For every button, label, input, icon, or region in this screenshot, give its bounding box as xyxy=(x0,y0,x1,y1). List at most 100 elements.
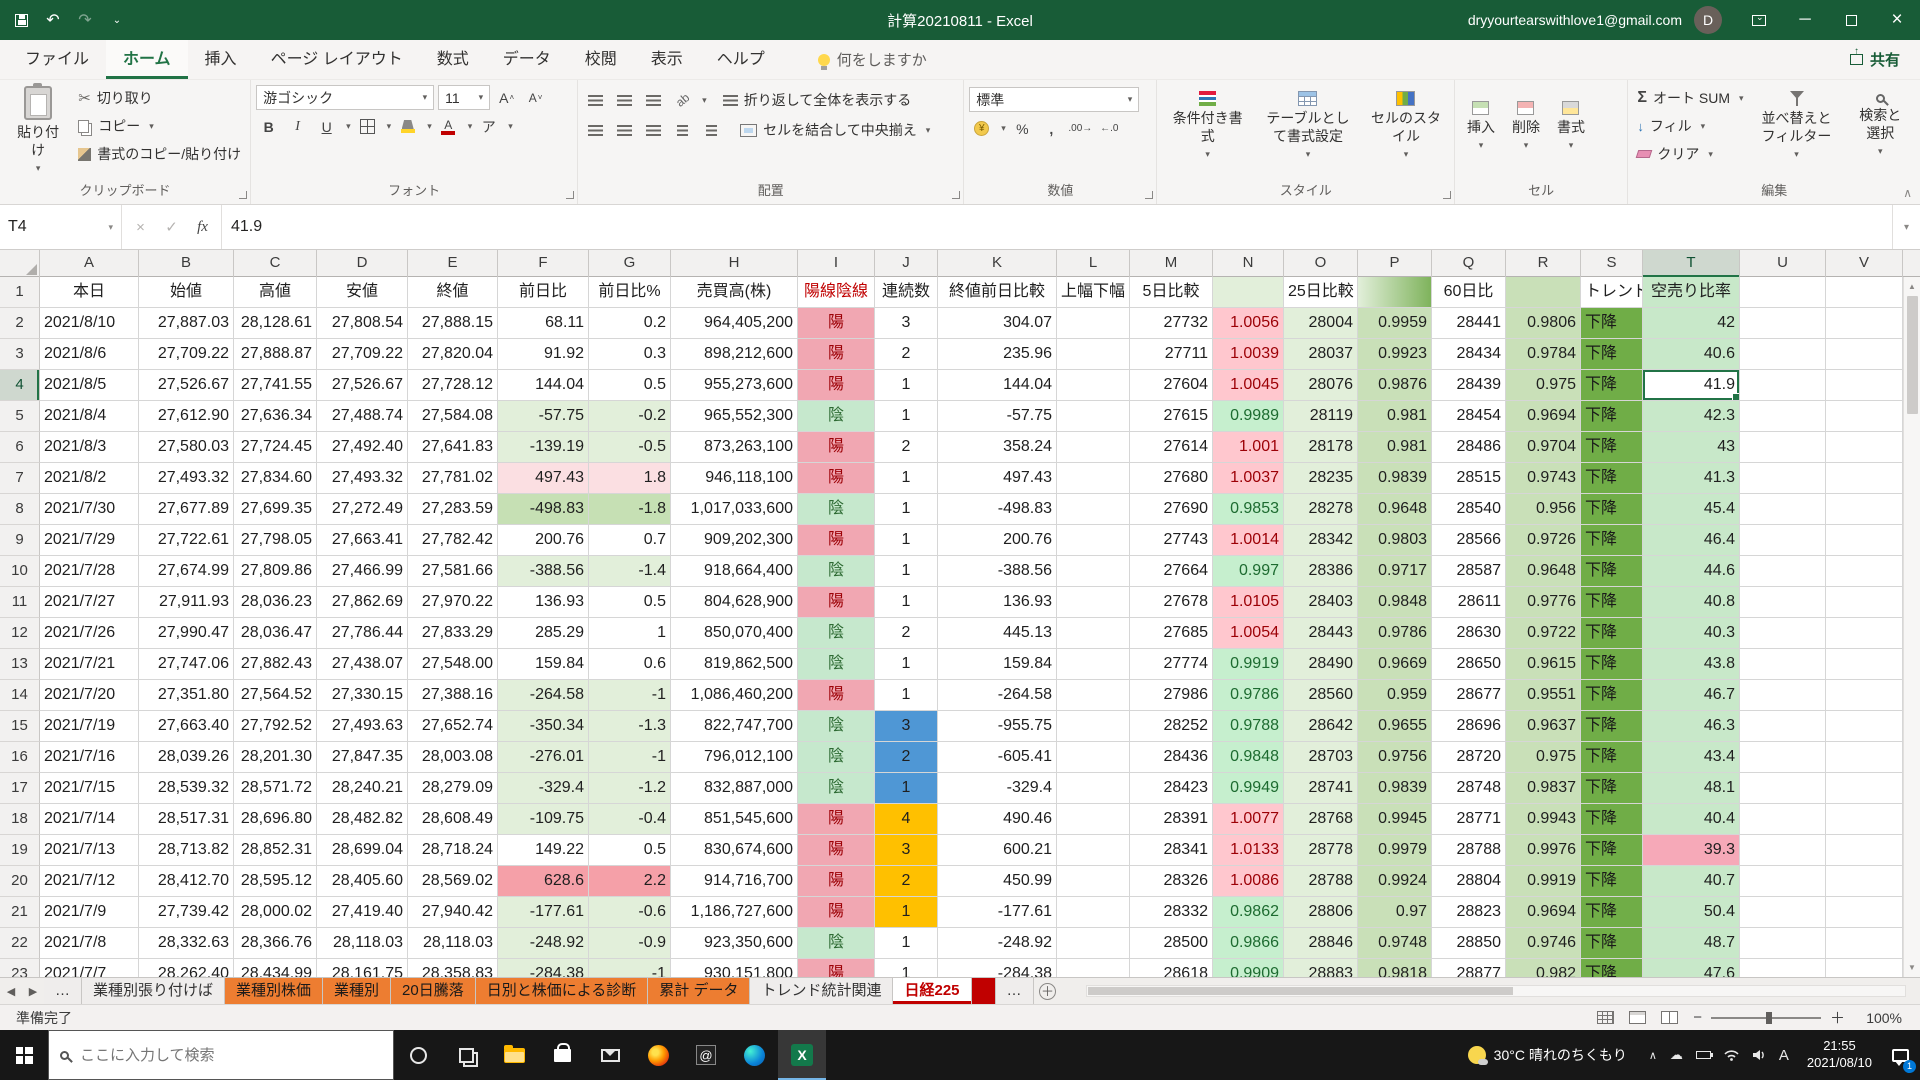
cell-D17[interactable]: 28,240.21 xyxy=(317,773,408,804)
cell-G1[interactable]: 前日比% xyxy=(589,277,671,308)
cell-M13[interactable]: 27774 xyxy=(1130,649,1213,680)
cell-C14[interactable]: 27,564.52 xyxy=(234,680,317,711)
cell-J3[interactable]: 2 xyxy=(875,339,938,370)
cell-E10[interactable]: 27,581.66 xyxy=(408,556,498,587)
cell-N16[interactable]: 0.9848 xyxy=(1213,742,1284,773)
cell-V3[interactable] xyxy=(1826,339,1903,370)
cell-L19[interactable] xyxy=(1057,835,1130,866)
cell-K8[interactable]: -498.83 xyxy=(938,494,1057,525)
cell-A8[interactable]: 2021/7/30 xyxy=(40,494,139,525)
cell-O21[interactable]: 28806 xyxy=(1284,897,1358,928)
cell-V20[interactable] xyxy=(1826,866,1903,897)
cell-R19[interactable]: 0.9976 xyxy=(1506,835,1581,866)
clipboard-dialog-launcher-icon[interactable] xyxy=(239,191,247,199)
cell-G3[interactable]: 0.3 xyxy=(589,339,671,370)
cell-T4[interactable]: 41.9 xyxy=(1643,370,1740,401)
col-header-M[interactable]: M xyxy=(1130,250,1213,277)
row-header-10[interactable]: 10 xyxy=(0,556,40,587)
redo-icon[interactable]: ↷ xyxy=(76,11,94,29)
cell-F5[interactable]: -57.75 xyxy=(498,401,589,432)
cell-D7[interactable]: 27,493.32 xyxy=(317,463,408,494)
cell-V18[interactable] xyxy=(1826,804,1903,835)
cell-P21[interactable]: 0.97 xyxy=(1358,897,1432,928)
cell-K9[interactable]: 200.76 xyxy=(938,525,1057,556)
cell-U3[interactable] xyxy=(1740,339,1826,370)
cell-U23[interactable] xyxy=(1740,959,1826,977)
cell-V1[interactable] xyxy=(1826,277,1903,308)
cell-T7[interactable]: 41.3 xyxy=(1643,463,1740,494)
hidden-icons-chevron-icon[interactable]: ∧ xyxy=(1649,1049,1657,1062)
cell-T19[interactable]: 39.3 xyxy=(1643,835,1740,866)
cell-O17[interactable]: 28741 xyxy=(1284,773,1358,804)
cell-K6[interactable]: 358.24 xyxy=(938,432,1057,463)
cell-U2[interactable] xyxy=(1740,308,1826,339)
cell-S5[interactable]: 下降 xyxy=(1581,401,1643,432)
cell-K20[interactable]: 450.99 xyxy=(938,866,1057,897)
cell-R12[interactable]: 0.9722 xyxy=(1506,618,1581,649)
name-box[interactable]: T4 ▾ xyxy=(0,205,122,249)
cell-P23[interactable]: 0.9818 xyxy=(1358,959,1432,977)
cell-Q13[interactable]: 28650 xyxy=(1432,649,1506,680)
row-header-18[interactable]: 18 xyxy=(0,804,40,835)
delete-cells-button[interactable]: 削除▾ xyxy=(1505,83,1547,169)
cell-J7[interactable]: 1 xyxy=(875,463,938,494)
cell-K23[interactable]: -284.38 xyxy=(938,959,1057,977)
cell-O15[interactable]: 28642 xyxy=(1284,711,1358,742)
col-header-G[interactable]: G xyxy=(589,250,671,277)
cell-R4[interactable]: 0.975 xyxy=(1506,370,1581,401)
account-email[interactable]: dryyourtearswithlove1@gmail.com xyxy=(1468,12,1682,28)
cell-I19[interactable]: 陽 xyxy=(798,835,875,866)
cell-S1[interactable]: トレンド xyxy=(1581,277,1643,308)
cell-R23[interactable]: 0.982 xyxy=(1506,959,1581,977)
taskbar-explorer-icon[interactable] xyxy=(490,1030,538,1080)
cell-B2[interactable]: 27,887.03 xyxy=(139,308,234,339)
cell-D11[interactable]: 27,862.69 xyxy=(317,587,408,618)
cell-K19[interactable]: 600.21 xyxy=(938,835,1057,866)
cell-E12[interactable]: 27,833.29 xyxy=(408,618,498,649)
cell-F6[interactable]: -139.19 xyxy=(498,432,589,463)
cell-F19[interactable]: 149.22 xyxy=(498,835,589,866)
cell-O4[interactable]: 28076 xyxy=(1284,370,1358,401)
ribbon-display-options-icon[interactable] xyxy=(1736,0,1782,40)
cell-O7[interactable]: 28235 xyxy=(1284,463,1358,494)
network-icon[interactable] xyxy=(1724,1049,1739,1061)
cell-N19[interactable]: 1.0133 xyxy=(1213,835,1284,866)
cell-H4[interactable]: 955,273,600 xyxy=(671,370,798,401)
cell-K2[interactable]: 304.07 xyxy=(938,308,1057,339)
cell-T5[interactable]: 42.3 xyxy=(1643,401,1740,432)
cell-O18[interactable]: 28768 xyxy=(1284,804,1358,835)
cell-P16[interactable]: 0.9756 xyxy=(1358,742,1432,773)
sort-filter-button[interactable]: 並べ替えとフィルター▾ xyxy=(1751,83,1843,169)
cell-C22[interactable]: 28,366.76 xyxy=(234,928,317,959)
cell-I17[interactable]: 陰 xyxy=(798,773,875,804)
cell-I7[interactable]: 陽 xyxy=(798,463,875,494)
insert-cells-button[interactable]: 挿入▾ xyxy=(1460,83,1502,169)
ribbon-tab-ヘルプ[interactable]: ヘルプ xyxy=(700,40,782,79)
cell-P8[interactable]: 0.9648 xyxy=(1358,494,1432,525)
zoom-out-icon[interactable]: − xyxy=(1693,1009,1702,1026)
cell-V21[interactable] xyxy=(1826,897,1903,928)
cell-C20[interactable]: 28,595.12 xyxy=(234,866,317,897)
cell-F21[interactable]: -177.61 xyxy=(498,897,589,928)
cell-J14[interactable]: 1 xyxy=(875,680,938,711)
cell-C9[interactable]: 27,798.05 xyxy=(234,525,317,556)
col-header-Q[interactable]: Q xyxy=(1432,250,1506,277)
cell-D1[interactable]: 安値 xyxy=(317,277,408,308)
cell-R5[interactable]: 0.9694 xyxy=(1506,401,1581,432)
page-layout-view-icon[interactable] xyxy=(1629,1011,1646,1024)
cell-A10[interactable]: 2021/7/28 xyxy=(40,556,139,587)
row-header-21[interactable]: 21 xyxy=(0,897,40,928)
cell-B5[interactable]: 27,612.90 xyxy=(139,401,234,432)
cell-F8[interactable]: -498.83 xyxy=(498,494,589,525)
cell-L20[interactable] xyxy=(1057,866,1130,897)
cell-N20[interactable]: 1.0086 xyxy=(1213,866,1284,897)
ribbon-tab-ホーム[interactable]: ホーム xyxy=(106,40,188,79)
paste-dropdown-icon[interactable]: ▾ xyxy=(36,163,41,174)
cell-J4[interactable]: 1 xyxy=(875,370,938,401)
conditional-formatting-button[interactable]: 条件付き書式▾ xyxy=(1162,83,1253,169)
cell-D3[interactable]: 27,709.22 xyxy=(317,339,408,370)
cell-S9[interactable]: 下降 xyxy=(1581,525,1643,556)
cell-O16[interactable]: 28703 xyxy=(1284,742,1358,773)
cell-P7[interactable]: 0.9839 xyxy=(1358,463,1432,494)
cell-D21[interactable]: 27,419.40 xyxy=(317,897,408,928)
